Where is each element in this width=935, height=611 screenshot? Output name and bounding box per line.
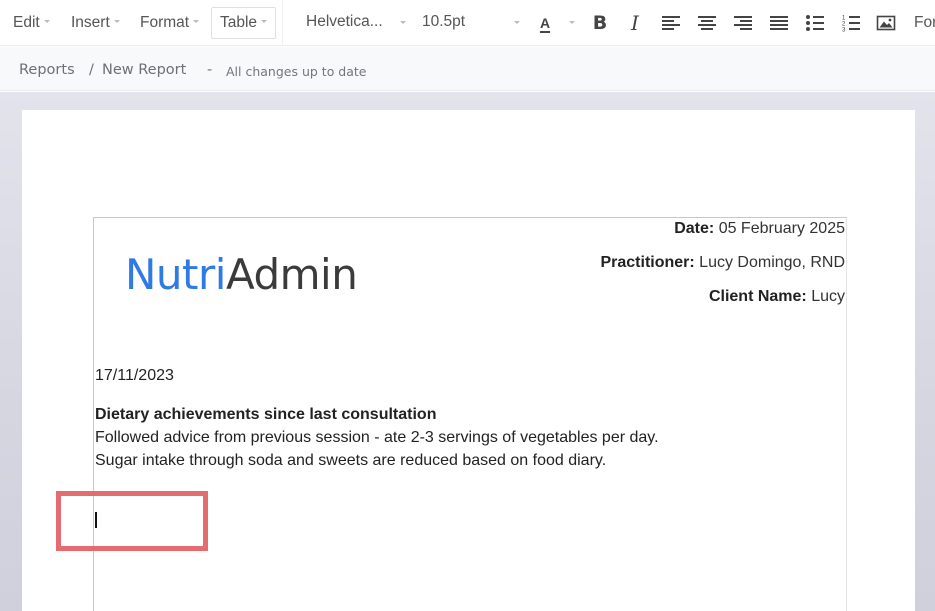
bullet-list-icon — [806, 15, 824, 31]
bold-icon: B — [592, 12, 608, 34]
align-justify-icon — [770, 16, 788, 30]
font-size-select[interactable]: 10.5pt — [422, 7, 520, 39]
italic-icon: I — [631, 11, 639, 35]
toolbar-divider — [282, 0, 283, 46]
breadcrumb-dash: - — [207, 62, 213, 78]
chevron-down-icon — [113, 20, 120, 24]
breadcrumb-current: New Report — [102, 62, 187, 78]
image-icon — [876, 15, 896, 31]
menu-table[interactable]: Table — [211, 7, 277, 39]
text-color-icon: A — [539, 15, 551, 31]
menu-edit[interactable]: Edit — [8, 7, 55, 39]
breadcrumb-bar: Reports / New Report - All changes up to… — [0, 47, 935, 91]
text-cursor[interactable] — [95, 512, 97, 528]
menu-format[interactable]: Format — [135, 7, 204, 39]
chevron-down-icon — [514, 21, 520, 24]
numbered-list-button[interactable]: 123 — [837, 8, 865, 38]
menu-insert[interactable]: Insert — [66, 7, 125, 39]
note-line: Sugar intake through soda and sweets are… — [95, 452, 607, 469]
breadcrumb-separator: / — [89, 62, 94, 78]
bullet-list-button[interactable] — [801, 8, 829, 38]
numbered-list-icon: 123 — [842, 16, 860, 33]
align-left-icon — [662, 16, 680, 30]
align-left-button[interactable] — [657, 8, 685, 38]
insert-image-button[interactable] — [872, 8, 900, 38]
report-practitioner: Practitioner: Lucy Domingo, RND — [600, 254, 845, 271]
save-status: All changes up to date — [226, 64, 367, 79]
align-right-button[interactable] — [729, 8, 757, 38]
chevron-down-icon — [43, 20, 50, 24]
svg-text:3: 3 — [842, 28, 846, 33]
italic-button[interactable]: I — [621, 8, 649, 38]
align-right-icon — [734, 16, 752, 30]
chevron-down-icon — [261, 20, 268, 24]
align-center-icon — [698, 16, 716, 30]
highlight-annotation — [56, 491, 208, 551]
entry-date: 17/11/2023 — [95, 367, 174, 384]
editor-toolbar: Edit Insert Format Table Helvetica... 10… — [0, 0, 935, 46]
bold-button[interactable]: B — [586, 8, 614, 38]
report-client-name: Client Name: Lucy — [708, 288, 845, 305]
align-justify-button[interactable] — [765, 8, 793, 38]
text-color-button[interactable]: A — [531, 8, 559, 38]
section-heading: Dietary achievements since last consulta… — [95, 406, 437, 423]
chevron-down-icon — [400, 21, 406, 24]
nutriadmin-logo: NutriAdmin — [125, 250, 358, 299]
formats-menu[interactable]: For — [909, 7, 935, 39]
note-line: Followed advice from previous session - … — [95, 429, 659, 446]
text-color-dropdown-icon[interactable] — [569, 21, 575, 24]
font-family-select[interactable]: Helvetica... — [306, 7, 406, 39]
report-date: Date: 05 February 2025 — [674, 220, 845, 237]
align-center-button[interactable] — [693, 8, 721, 38]
breadcrumb-reports[interactable]: Reports — [19, 62, 75, 78]
chevron-down-icon — [193, 20, 200, 24]
